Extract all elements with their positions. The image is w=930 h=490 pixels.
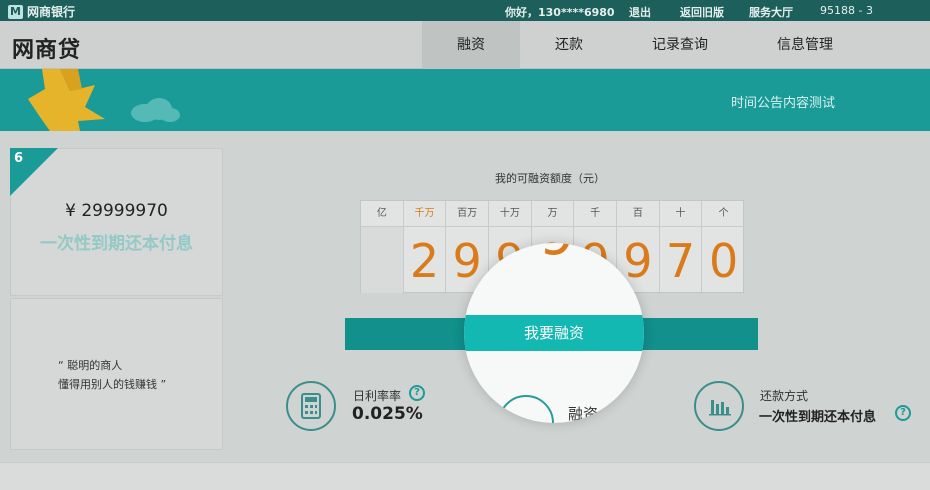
nav-repayment[interactable]: 还款 (520, 21, 618, 69)
digit-unit: 个 (702, 201, 745, 227)
repay-help-icon[interactable]: ? (895, 405, 911, 421)
digit-value: 2 (409, 234, 440, 288)
quote-card: “ 聪明的商人 懂得用别人的钱赚钱 ” (10, 298, 223, 450)
digit-column: 十 7 (659, 201, 703, 294)
digit-column: 千万 2 (403, 201, 447, 294)
product-repay-method: 一次性到期还本付息 (40, 234, 193, 254)
digit-unit: 十万 (489, 201, 531, 227)
announcement-text[interactable]: 时间公告内容测试 (731, 92, 835, 111)
magnified-digit: 9 (539, 243, 575, 268)
daily-rate-label: 日利率率 (353, 389, 402, 403)
nav-records[interactable]: 记录查询 (618, 21, 742, 69)
rate-help-icon[interactable]: ? (409, 385, 425, 401)
repay-method-value: 一次性到期还本付息 (759, 410, 877, 425)
credit-limit-title: 我的可融资额度（元） (495, 172, 605, 185)
bar-chart-icon (694, 381, 744, 431)
nav-financing[interactable]: 融资 (422, 21, 520, 69)
product-logo[interactable]: 网商贷 (12, 32, 81, 64)
brand[interactable]: M 网商银行 (8, 3, 75, 20)
digit-unit: 十 (659, 201, 702, 227)
digit-unit: 百万 (446, 201, 488, 227)
apply-financing-button[interactable]: 我要融资 (464, 315, 644, 351)
product-card[interactable]: 6 ¥ 29999970 一次性到期还本付息 (10, 148, 223, 296)
nav-info-management[interactable]: 信息管理 (742, 21, 868, 69)
cloud-icon (131, 98, 180, 122)
main-nav: 网商贷 融资 还款 记录查询 信息管理 (0, 21, 930, 69)
top-bar: M 网商银行 你好，130****6980 退出 返回旧版 服务大厅 95188… (0, 0, 930, 21)
digit-unit: 万 (531, 201, 574, 227)
digit-value: 7 (665, 234, 696, 288)
logout-link[interactable]: 退出 (629, 4, 651, 20)
repay-method-label: 还款方式 (760, 389, 809, 403)
term-icon (498, 395, 554, 423)
quote-line-2: 懂得用别人的钱赚钱 ” (58, 378, 167, 391)
mybank-logo-icon: M (8, 4, 23, 19)
old-version-link[interactable]: 返回旧版 (680, 4, 724, 20)
digit-unit: 千万 (403, 201, 446, 227)
product-amount: ¥ 29999970 (65, 201, 168, 221)
announcement-banner: 时间公告内容测试 (0, 69, 930, 131)
quote-line-1: “ 聪明的商人 (58, 359, 123, 372)
user-greeting: 你好，130****6980 (505, 6, 615, 19)
calculator-icon (286, 381, 336, 431)
service-hall-link[interactable]: 服务大厅 (749, 4, 793, 20)
digit-unit: 千 (574, 201, 616, 227)
hotline: 95188 - 3 (820, 4, 873, 17)
magnifier-lens: 9 我要融资 融资 个月 (464, 243, 644, 423)
digit-column: 亿 (361, 201, 404, 294)
term-label: 融资 (568, 405, 599, 423)
term-value: 个月 (574, 421, 614, 423)
digit-value (361, 227, 403, 293)
footer (0, 462, 930, 490)
brand-name: 网商银行 (27, 5, 76, 19)
digit-value: 0 (709, 234, 739, 288)
term-ribbon-label: 6 (14, 151, 24, 166)
daily-rate-value: 0.025% (352, 404, 423, 424)
digit-unit: 亿 (361, 201, 403, 227)
digit-column: 个 0 (702, 201, 745, 294)
digit-unit: 百 (617, 201, 659, 227)
